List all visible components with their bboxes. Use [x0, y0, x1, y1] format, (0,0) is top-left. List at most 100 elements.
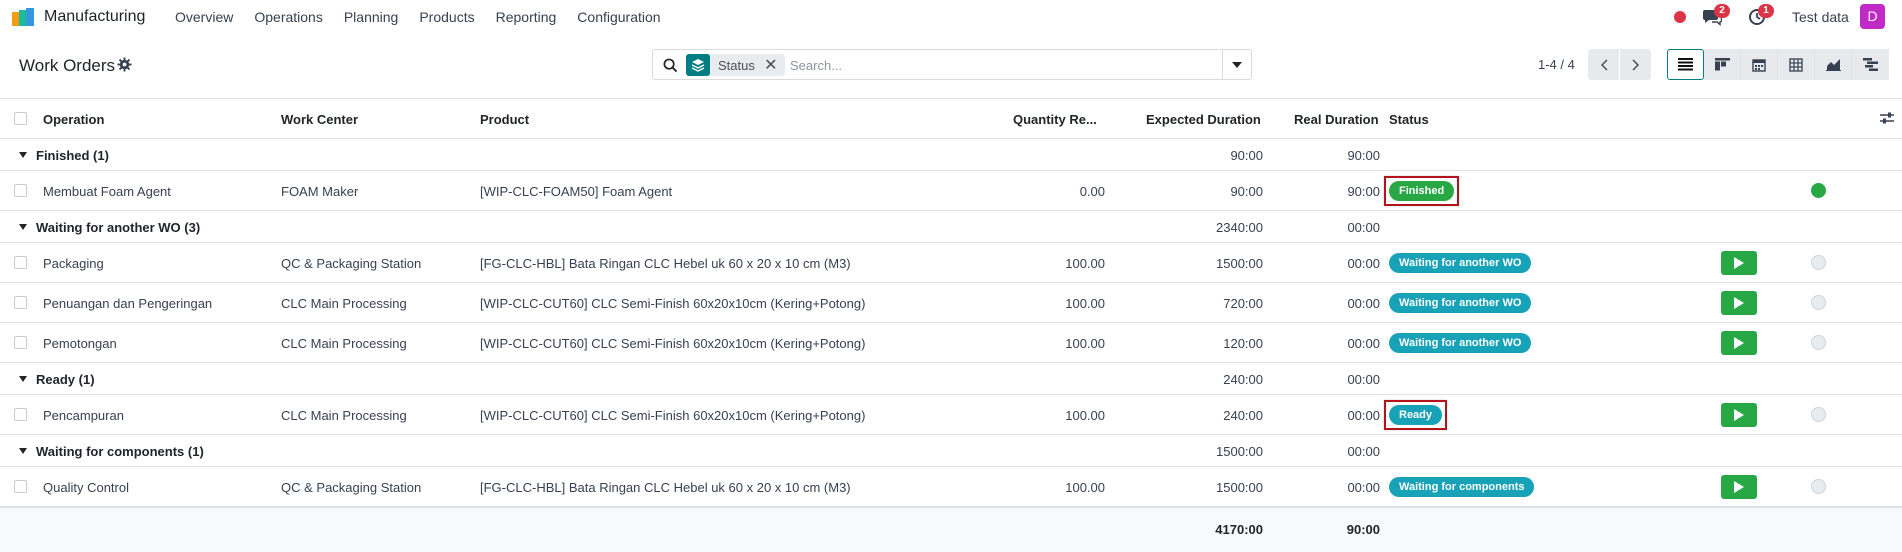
real-duration-cell: 00:00	[1347, 256, 1380, 271]
kanban-view-icon	[1714, 58, 1730, 71]
operation-cell: Quality Control	[43, 480, 129, 495]
column-product[interactable]: Product	[480, 112, 529, 127]
state-indicator-icon[interactable]	[1811, 407, 1826, 422]
start-workorder-button[interactable]	[1721, 331, 1757, 355]
group-name[interactable]: Waiting for components (1)	[36, 444, 204, 459]
user-avatar[interactable]: D	[1860, 4, 1885, 29]
group-real-duration: 00:00	[1347, 220, 1380, 235]
group-row[interactable]: Waiting for components (1) 1500:00 00:00	[0, 435, 1902, 467]
menu-planning[interactable]: Planning	[344, 9, 399, 25]
group-expected-duration: 240:00	[1223, 372, 1263, 387]
product-cell: [WIP-CLC-CUT60] CLC Semi-Finish 60x20x10…	[480, 296, 866, 311]
caret-down-icon[interactable]	[19, 376, 27, 382]
work-center-cell: CLC Main Processing	[281, 336, 407, 351]
column-status[interactable]: Status	[1389, 112, 1429, 127]
caret-down-icon[interactable]	[19, 152, 27, 158]
pivot-view-icon	[1789, 57, 1803, 72]
menu-configuration[interactable]: Configuration	[577, 9, 660, 25]
optional-columns-icon[interactable]	[1880, 111, 1894, 125]
group-row[interactable]: Ready (1) 240:00 00:00	[0, 363, 1902, 395]
table-row[interactable]: Membuat Foam Agent FOAM Maker [WIP-CLC-FOA…	[0, 171, 1902, 211]
quantity-cell: 100.00	[1065, 336, 1105, 351]
state-indicator-icon[interactable]	[1811, 183, 1826, 198]
start-workorder-button[interactable]	[1721, 475, 1757, 499]
list-view-button[interactable]	[1667, 49, 1704, 80]
operation-cell: Pencampuran	[43, 408, 124, 423]
quantity-cell: 100.00	[1065, 296, 1105, 311]
caret-down-icon	[1232, 61, 1242, 68]
pager-previous-button[interactable]	[1588, 49, 1619, 80]
status-badge: Waiting for another WO	[1389, 293, 1532, 313]
search-bar: Status ✕	[652, 49, 1252, 80]
real-duration-cell: 00:00	[1347, 336, 1380, 351]
activities-count-badge: 1	[1758, 4, 1774, 18]
group-name[interactable]: Ready (1)	[36, 372, 95, 387]
expected-duration-cell: 1500:00	[1216, 480, 1263, 495]
kanban-view-button[interactable]	[1704, 49, 1741, 80]
manufacturing-app-icon[interactable]	[12, 8, 34, 26]
state-indicator-icon[interactable]	[1811, 479, 1826, 494]
column-operation[interactable]: Operation	[43, 112, 104, 127]
caret-down-icon[interactable]	[19, 224, 27, 230]
column-quantity[interactable]: Quantity Re...	[1013, 112, 1097, 127]
column-expected-duration[interactable]: Expected Duration	[1146, 112, 1261, 127]
row-checkbox[interactable]	[14, 336, 27, 349]
row-checkbox[interactable]	[14, 408, 27, 421]
calendar-view-button[interactable]	[1741, 49, 1778, 80]
row-checkbox[interactable]	[14, 296, 27, 309]
status-badge: Waiting for components	[1389, 477, 1535, 497]
table-row[interactable]: Pemotongan CLC Main Processing [WIP-CLC-CU…	[0, 323, 1902, 363]
operation-cell: Pemotongan	[43, 336, 117, 351]
facet-remove-icon[interactable]: ✕	[763, 54, 779, 76]
row-checkbox[interactable]	[14, 184, 27, 197]
search-options-toggle[interactable]	[1222, 50, 1251, 79]
recording-dot-icon[interactable]	[1674, 11, 1686, 23]
gantt-view-button[interactable]	[1852, 49, 1889, 80]
table-row[interactable]: Quality Control QC & Packaging Station [FG…	[0, 467, 1902, 507]
menu-overview[interactable]: Overview	[175, 9, 233, 25]
app-name[interactable]: Manufacturing	[44, 8, 145, 26]
group-row[interactable]: Waiting for another WO (3) 2340:00 00:00	[0, 211, 1902, 243]
pivot-view-button[interactable]	[1778, 49, 1815, 80]
table-row[interactable]: Penuangan dan Pengeringan CLC Main Proces…	[0, 283, 1902, 323]
play-icon	[1734, 257, 1744, 269]
graph-view-button[interactable]	[1815, 49, 1852, 80]
menu-operations[interactable]: Operations	[254, 9, 322, 25]
gear-icon[interactable]	[117, 57, 132, 72]
state-indicator-icon[interactable]	[1811, 335, 1826, 350]
group-expected-duration: 1500:00	[1216, 444, 1263, 459]
pager-value[interactable]: 1-4 / 4	[1538, 57, 1575, 72]
quantity-cell: 100.00	[1065, 480, 1105, 495]
group-row[interactable]: Finished (1) 90:00 90:00	[0, 139, 1902, 171]
state-indicator-icon[interactable]	[1811, 295, 1826, 310]
column-real-duration[interactable]: Real Duration	[1294, 112, 1379, 127]
group-name[interactable]: Finished (1)	[36, 148, 109, 163]
quantity-cell: 100.00	[1065, 256, 1105, 271]
search-icon[interactable]	[663, 58, 678, 73]
search-input[interactable]	[790, 56, 1190, 74]
operation-cell: Packaging	[43, 256, 104, 271]
menu-products[interactable]: Products	[419, 9, 474, 25]
start-workorder-button[interactable]	[1721, 291, 1757, 315]
table-row[interactable]: Packaging QC & Packaging Station [FG-CLC-H…	[0, 243, 1902, 283]
row-checkbox[interactable]	[14, 256, 27, 269]
start-workorder-button[interactable]	[1721, 251, 1757, 275]
row-checkbox[interactable]	[14, 480, 27, 493]
messages-count-badge: 2	[1714, 4, 1730, 18]
menu-reporting[interactable]: Reporting	[496, 9, 557, 25]
group-name[interactable]: Waiting for another WO (3)	[36, 220, 200, 235]
pager-next-button[interactable]	[1620, 49, 1651, 80]
play-icon	[1734, 409, 1744, 421]
state-indicator-icon[interactable]	[1811, 255, 1826, 270]
start-workorder-button[interactable]	[1721, 403, 1757, 427]
product-cell: [WIP-CLC-CUT60] CLC Semi-Finish 60x20x10…	[480, 408, 866, 423]
caret-down-icon[interactable]	[19, 448, 27, 454]
group-real-duration: 00:00	[1347, 372, 1380, 387]
select-all-checkbox[interactable]	[14, 112, 27, 125]
total-real-duration: 90:00	[1346, 522, 1380, 537]
table-row[interactable]: Pencampuran CLC Main Processing [WIP-CLC-C…	[0, 395, 1902, 435]
status-highlight-box	[1384, 400, 1447, 430]
layers-icon	[686, 54, 710, 76]
company-switcher[interactable]: Test data	[1792, 9, 1849, 25]
column-work-center[interactable]: Work Center	[281, 112, 358, 127]
